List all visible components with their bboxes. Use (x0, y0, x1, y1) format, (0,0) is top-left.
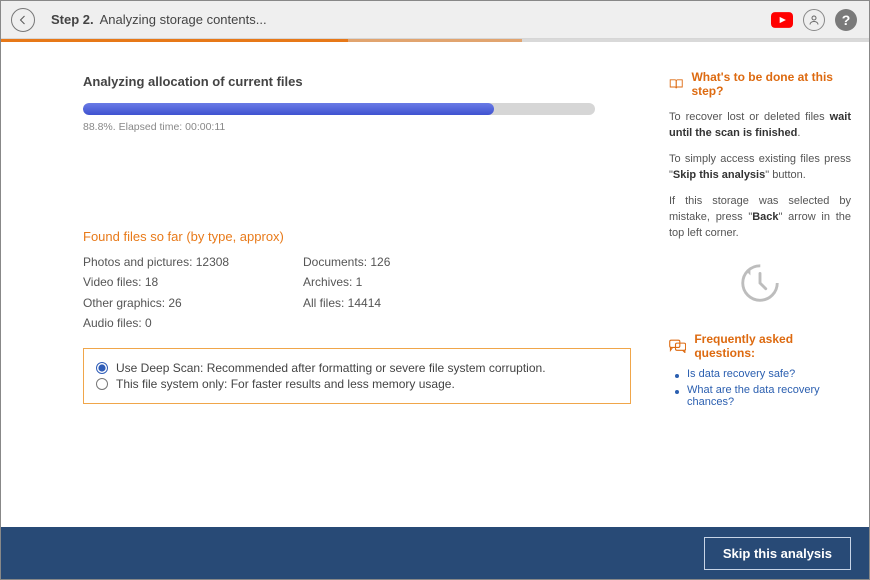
sidebar-p3: If this storage was selected by mistake,… (669, 194, 851, 242)
option-deep-scan[interactable]: Use Deep Scan: Recommended after formatt… (96, 361, 618, 375)
progress-caption: 88.8%. Elapsed time: 00:00:11 (83, 121, 631, 133)
option-fs-label: This file system only: For faster result… (116, 377, 455, 391)
stat-archives: Archives: 1 (303, 272, 453, 292)
found-stats: Photos and pictures: 12308 Video files: … (83, 252, 631, 334)
stat-audio: Audio files: 0 (83, 313, 233, 333)
found-title: Found files so far (by type, approx) (83, 229, 631, 244)
spinner-icon (737, 260, 783, 306)
stat-documents: Documents: 126 (303, 252, 453, 272)
faq-link-chances[interactable]: What are the data recovery chances? (687, 384, 820, 408)
stat-graphics: Other graphics: 26 (83, 293, 233, 313)
option-fs-only[interactable]: This file system only: For faster result… (96, 377, 618, 391)
progress-fill (83, 103, 494, 115)
progress-bar (83, 103, 595, 115)
step-number: Step 2. (51, 12, 94, 27)
stat-all: All files: 14414 (303, 293, 453, 313)
help-icon[interactable]: ? (835, 9, 857, 31)
radio-deep-scan[interactable] (96, 362, 108, 374)
account-icon[interactable] (803, 9, 825, 31)
faq-icon (669, 339, 686, 353)
sidebar-p1: To recover lost or deleted files wait un… (669, 110, 851, 142)
youtube-icon[interactable] (771, 9, 793, 31)
faq-item: What are the data recovery chances? (675, 384, 851, 408)
scan-options-box: Use Deep Scan: Recommended after formatt… (83, 348, 631, 404)
sidebar-heading: What's to be done at this step? (669, 70, 851, 98)
skip-analysis-button[interactable]: Skip this analysis (704, 537, 851, 570)
option-deep-label: Use Deep Scan: Recommended after formatt… (116, 361, 546, 375)
sidebar-p2: To simply access existing files press "S… (669, 152, 851, 184)
progress-title: Analyzing allocation of current files (83, 74, 631, 89)
radio-fs-only[interactable] (96, 378, 108, 390)
stat-video: Video files: 18 (83, 272, 233, 292)
header-bar: Step 2. Analyzing storage contents... ? (1, 1, 869, 39)
book-icon (669, 77, 683, 91)
faq-link-safe[interactable]: Is data recovery safe? (687, 368, 795, 380)
step-text: Analyzing storage contents... (100, 12, 267, 27)
main-panel: Analyzing allocation of current files 88… (1, 42, 661, 527)
arrow-left-icon (17, 14, 29, 26)
faq-heading: Frequently asked questions: (669, 332, 851, 360)
footer-bar: Skip this analysis (1, 527, 869, 579)
stat-photos: Photos and pictures: 12308 (83, 252, 233, 272)
faq-list: Is data recovery safe? What are the data… (669, 368, 851, 408)
faq-item: Is data recovery safe? (675, 368, 851, 380)
step-label: Step 2. Analyzing storage contents... (51, 12, 267, 27)
sidebar: What's to be done at this step? To recov… (661, 42, 869, 527)
back-button[interactable] (11, 8, 35, 32)
